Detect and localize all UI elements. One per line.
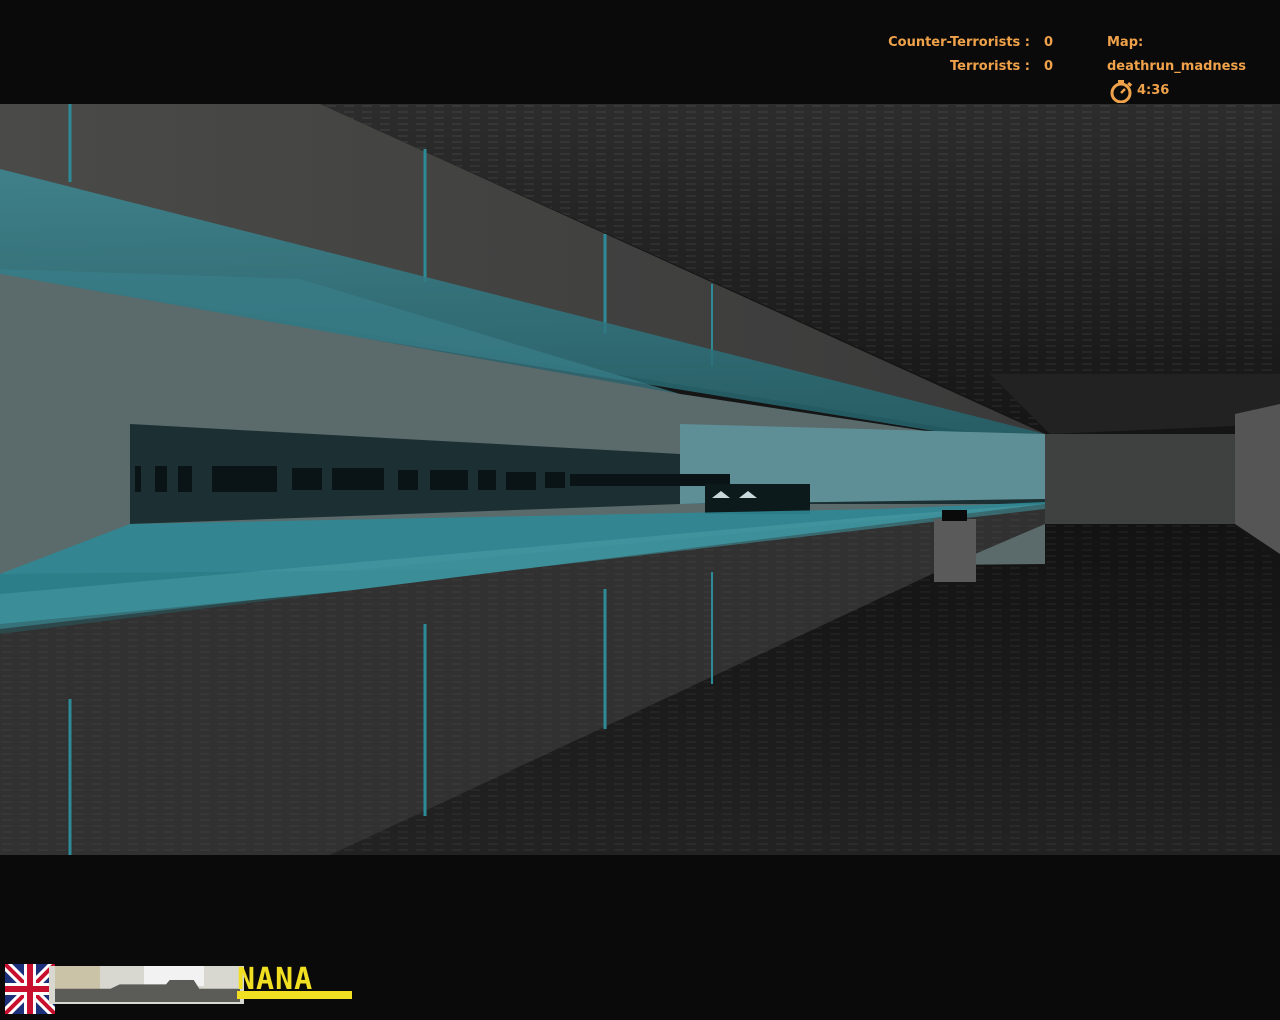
stopwatch-icon <box>1110 80 1133 103</box>
round-timer: 4:36 <box>1107 79 1280 103</box>
map-info: Map: deathrun_madness 4:36 <box>1107 31 1280 103</box>
team-scores: Counter-Terrorists : 0 Terrorists : 0 <box>880 31 1070 79</box>
ct-score-row: Counter-Terrorists : 0 <box>880 31 1070 55</box>
scene-render <box>0 104 1280 855</box>
t-label: Terrorists : <box>950 59 1030 74</box>
uk-flag-icon <box>5 964 55 1014</box>
ct-label: Counter-Terrorists : <box>888 35 1030 50</box>
t-score: 0 <box>1044 59 1054 74</box>
top-letterbox <box>0 0 1280 104</box>
back-wall <box>1045 434 1235 524</box>
player-banner <box>49 966 244 1004</box>
game-viewport[interactable] <box>0 104 1280 855</box>
timer-value: 4:36 <box>1137 83 1170 98</box>
player-card: NANA <box>5 964 355 1016</box>
pillar-block <box>934 519 976 582</box>
map-name: Map: deathrun_madness <box>1107 35 1246 74</box>
ct-score: 0 <box>1044 35 1054 50</box>
clan-tag-underline <box>237 991 352 999</box>
t-score-row: Terrorists : 0 <box>880 55 1070 79</box>
